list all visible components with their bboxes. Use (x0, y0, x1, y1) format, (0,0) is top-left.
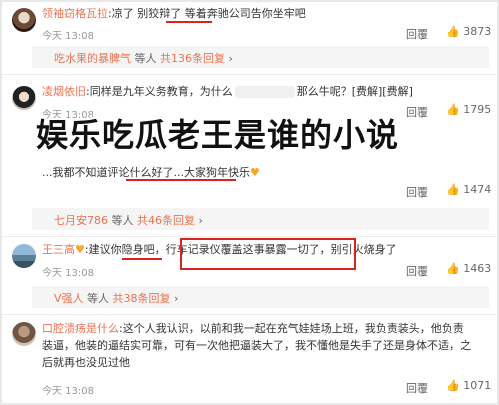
comment-body-line-3: 后就再也没见过他 (42, 356, 130, 369)
redacted-mark (234, 86, 295, 98)
comment-feed: 领袖窃格瓦拉:凉了 别狡辩了 等着奔驰公司告你坐牢吧 今天 13:08 回覆 👍… (0, 0, 499, 405)
badge-icon: ♥ (75, 243, 85, 256)
like-button[interactable]: 👍 3873 (446, 25, 491, 38)
sub-reply-count[interactable]: 共38条回复 (113, 292, 171, 305)
comment-time: 今天 13:08 (42, 31, 94, 42)
underline-mark (166, 21, 212, 23)
sub-reply-count[interactable]: 共46条回复 (137, 214, 195, 227)
sub-reply-summary[interactable]: 七月安786 等人 共46条回复 › (32, 208, 489, 230)
reply-button[interactable]: 回覆 (406, 26, 428, 42)
comment-body-end: 那么牛呢？[费解][费解] (296, 85, 413, 98)
thumb-up-icon: 👍 (446, 183, 460, 196)
thumb-up-icon: 👍 (446, 379, 460, 392)
highlight-box (126, 163, 236, 181)
comment-body-line-2: 装逼，他装的逼结实可靠，可有一次他把逼装大了，我不懂他是失手了还是身体不适，之 (42, 339, 471, 352)
avatar[interactable] (12, 86, 36, 110)
comment-body: :同样是九年义务教育，为什么 (86, 85, 233, 98)
reply-button[interactable]: 回覆 (406, 380, 428, 396)
avatar[interactable] (12, 244, 36, 268)
chevron-right-icon: › (225, 52, 233, 65)
username[interactable]: 王三高 (42, 243, 75, 256)
like-button[interactable]: 👍 1474 (446, 183, 491, 196)
like-count: 1463 (463, 262, 492, 275)
comment-body-line-1: :这个人我认识，以前和我一起在充气娃娃场上班，我负责装头，他负责 (119, 322, 464, 335)
like-button[interactable]: 👍 1071 (446, 379, 491, 392)
chevron-right-icon: › (195, 214, 203, 227)
comment-text: 凌烟依旧:同样是九年义务教育，为什么 那么牛呢？[费解][费解] (42, 85, 413, 99)
sub-reply-count[interactable]: 共136条回复 (160, 52, 225, 65)
overlay-title: 娱乐吃瓜老王是谁的小说 (36, 116, 400, 154)
avatar[interactable] (12, 322, 36, 346)
sub-reply-summary[interactable]: V强人 等人 共38条回复 › (32, 286, 489, 308)
thumb-up-icon: 👍 (446, 262, 460, 275)
comment-time: 今天 13:08 (42, 268, 94, 279)
divider (2, 74, 497, 75)
like-count: 1474 (463, 183, 492, 196)
username[interactable]: 口腔溃疡是什么 (42, 322, 119, 335)
username[interactable]: 领袖窃格瓦拉 (42, 7, 108, 20)
sub-reply-mid: 等人 (111, 214, 134, 227)
chevron-right-icon: › (170, 292, 179, 305)
divider (2, 314, 497, 315)
divider (2, 236, 497, 237)
sub-reply-user[interactable]: 七月安786 (54, 214, 108, 227)
like-count: 3873 (463, 25, 492, 38)
sub-reply-summary[interactable]: 吃水果的暴脾气 等人 共136条回复 › (32, 46, 489, 68)
highlight-box (180, 238, 356, 270)
username[interactable]: 凌烟依旧 (42, 85, 86, 98)
comment-text: 口腔溃疡是什么:这个人我认识，以前和我一起在充气娃娃场上班，我负责装头，他负责 (42, 322, 464, 336)
sub-reply-user[interactable]: 吃水果的暴脾气 (54, 52, 131, 65)
heart-icon: ♥ (249, 166, 260, 179)
reply-button[interactable]: 回覆 (406, 263, 428, 279)
comment-text: 领袖窃格瓦拉:凉了 别狡辩了 等着奔驰公司告你坐牢吧 (42, 7, 306, 21)
like-count: 1071 (463, 379, 492, 392)
sub-reply-mid: 等人 (134, 52, 157, 65)
avatar[interactable] (12, 8, 36, 32)
reply-button[interactable]: 回覆 (406, 184, 428, 200)
sub-reply-mid: 等人 (87, 292, 110, 305)
sub-reply-user[interactable]: V强人 (54, 292, 84, 305)
highlight-box (122, 254, 162, 260)
comment-body: :凉了 别狡辩了 等着奔驰公司告你坐牢吧 (108, 7, 306, 20)
thumb-up-icon: 👍 (446, 25, 460, 38)
comment-time: 今天 13:08 (42, 386, 94, 397)
like-button[interactable]: 👍 1463 (446, 262, 491, 275)
